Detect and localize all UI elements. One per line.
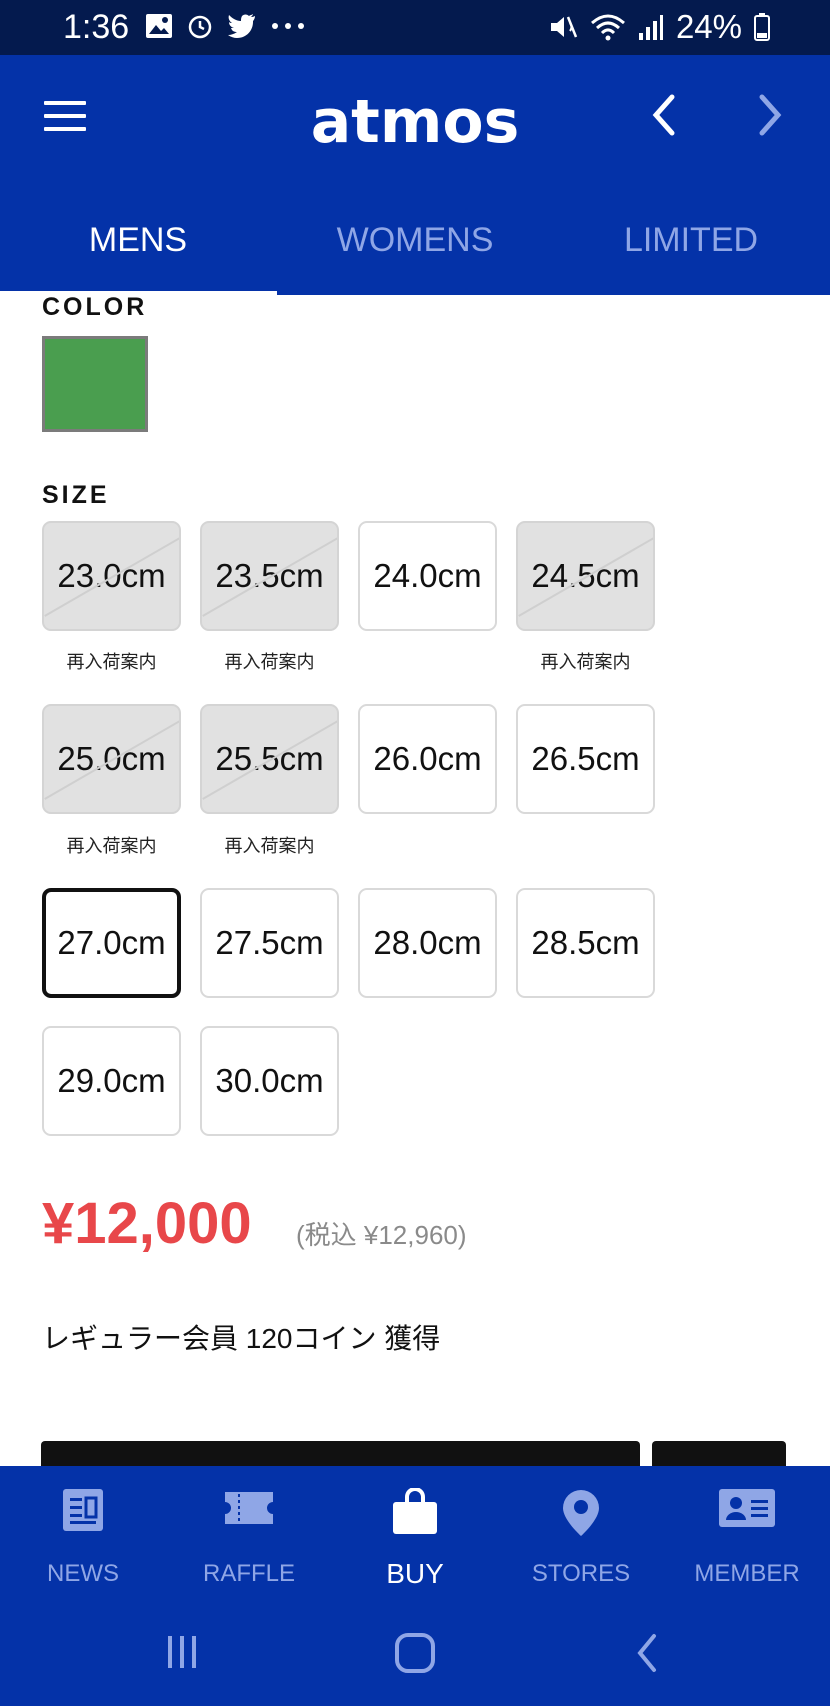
color-swatch[interactable] (42, 336, 148, 432)
bottom-nav-label: RAFFLE (202, 1560, 295, 1587)
bottom-nav-label: STORES (531, 1560, 631, 1587)
ticket-icon (225, 1492, 273, 1524)
forward-arrow-icon[interactable] (756, 93, 786, 137)
tab-womens[interactable]: WOMENS (277, 185, 553, 295)
bottom-nav-news[interactable]: NEWS (0, 1466, 166, 1606)
bottom-nav-label: MEMBER (694, 1560, 800, 1587)
size-option-25-5[interactable]: 25.5cm (200, 704, 339, 814)
signal-icon (638, 15, 663, 40)
atmos-logo: atmos (310, 87, 520, 157)
size-option-23-0[interactable]: 23.0cm (42, 521, 181, 631)
twitter-icon (228, 14, 255, 38)
restock-notice-link[interactable]: 再入荷案内 (200, 648, 339, 674)
bottom-navigation: NEWS RAFFLE BUY STORES MEMBER (0, 1466, 830, 1606)
size-option-28-5[interactable]: 28.5cm (516, 888, 655, 998)
size-option-25-0[interactable]: 25.0cm (42, 704, 181, 814)
tab-mens[interactable]: MENS (0, 185, 276, 295)
system-navigation-bar (0, 1606, 830, 1706)
restock-notice-link[interactable]: 再入荷案内 (200, 832, 339, 858)
tab-limited[interactable]: LIMITED (553, 185, 829, 295)
bottom-nav-label: BUY (386, 1558, 444, 1589)
member-card-icon (719, 1489, 775, 1527)
size-option-30-0[interactable]: 30.0cm (200, 1026, 339, 1136)
alarm-icon (188, 15, 212, 39)
mute-icon (550, 16, 578, 38)
battery-level: 24% (675, 8, 742, 45)
size-option-27-0[interactable]: 27.0cm (42, 888, 181, 998)
restock-notice-link[interactable]: 再入荷案内 (516, 648, 655, 674)
restock-notice-link[interactable]: 再入荷案内 (42, 832, 181, 858)
bottom-nav-raffle[interactable]: RAFFLE (166, 1466, 332, 1606)
home-icon[interactable] (394, 1632, 436, 1674)
size-option-26-0[interactable]: 26.0cm (358, 704, 497, 814)
back-arrow-icon[interactable] (648, 93, 678, 137)
size-option-27-5[interactable]: 27.5cm (200, 888, 339, 998)
battery-icon (754, 13, 770, 41)
color-label: COLOR (42, 293, 148, 321)
recent-apps-icon[interactable] (162, 1632, 202, 1672)
size-option-28-0[interactable]: 28.0cm (358, 888, 497, 998)
wifi-icon (590, 14, 625, 41)
shopping-bag-icon (393, 1488, 437, 1534)
news-icon (63, 1489, 103, 1531)
status-time: 1:36 (63, 8, 130, 46)
size-option-23-5[interactable]: 23.5cm (200, 521, 339, 631)
size-option-26-5[interactable]: 26.5cm (516, 704, 655, 814)
location-pin-icon (563, 1490, 599, 1536)
price: ¥12,000 (42, 1191, 252, 1256)
size-label: SIZE (42, 481, 110, 509)
app-header: atmos (0, 55, 830, 185)
back-icon[interactable] (632, 1632, 662, 1674)
restock-notice-link[interactable]: 再入荷案内 (42, 648, 181, 674)
bottom-nav-stores[interactable]: STORES (498, 1466, 664, 1606)
size-option-24-0[interactable]: 24.0cm (358, 521, 497, 631)
size-option-29-0[interactable]: 29.0cm (42, 1026, 181, 1136)
member-coin-reward: レギュラー会員 120コイン 獲得 (42, 1323, 441, 1354)
bottom-nav-member[interactable]: MEMBER (664, 1466, 830, 1606)
image-icon (146, 14, 172, 38)
status-bar: 1:36 24% (0, 0, 830, 55)
bottom-nav-buy[interactable]: BUY (332, 1466, 498, 1606)
size-option-24-5[interactable]: 24.5cm (516, 521, 655, 631)
category-tabs: MENS WOMENS LIMITED (0, 185, 830, 295)
more-notifications-icon (272, 23, 304, 29)
tax-included-price: (税込 ¥12,960) (296, 1220, 467, 1250)
bottom-nav-label: NEWS (47, 1560, 119, 1587)
